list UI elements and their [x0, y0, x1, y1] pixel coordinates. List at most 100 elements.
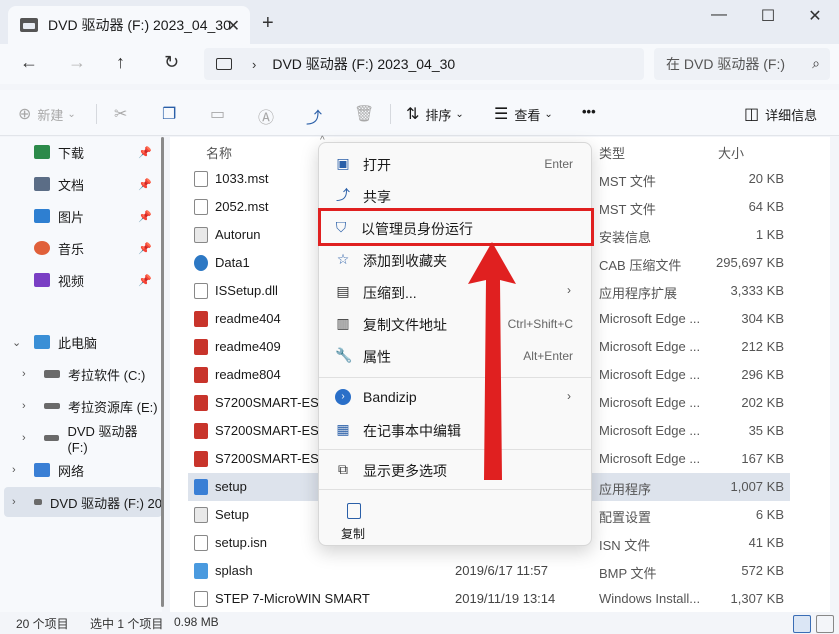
- more-button[interactable]: •••: [582, 104, 596, 119]
- file-type: Microsoft Edge ...: [599, 423, 701, 438]
- file-row[interactable]: STEP 7-MicroWIN SMART 2019/11/19 13:14 Win…: [188, 585, 790, 613]
- file-type: 应用程序: [599, 482, 652, 497]
- menu-item-open[interactable]: ▣ 打开 Enter: [323, 147, 587, 179]
- file-icon: [194, 199, 208, 215]
- menu-item-share[interactable]: ⤴ 共享: [323, 179, 587, 211]
- tab-close-icon[interactable]: ✕: [227, 16, 240, 36]
- column-header-type[interactable]: 类型: [599, 143, 625, 162]
- chevron-down-icon: ⌄: [544, 108, 553, 120]
- address-bar[interactable]: › DVD 驱动器 (F:) 2023_04_30: [204, 48, 644, 80]
- up-button[interactable]: ↑: [116, 52, 125, 73]
- file-name: Autorun: [215, 227, 261, 242]
- menu-label: 打开: [363, 157, 391, 173]
- dvd-drive-icon: [44, 435, 60, 441]
- computer-icon: [34, 335, 50, 349]
- menu-item-properties[interactable]: 🔧 属性 Alt+Enter: [323, 339, 587, 371]
- sort-icon: ⇅: [406, 106, 420, 123]
- selected-size: 0.98 MB: [174, 615, 219, 629]
- copy-icon[interactable]: ❐: [162, 104, 182, 124]
- shield-icon: ⛉: [335, 219, 347, 235]
- menu-copy-button[interactable]: 复制: [335, 497, 375, 541]
- sidebar-item-downloads[interactable]: 下载 📌: [0, 137, 158, 167]
- chevron-right-icon[interactable]: ›: [22, 432, 26, 444]
- sidebar-item-music[interactable]: 音乐 📌: [0, 233, 158, 263]
- chevron-right-icon[interactable]: ›: [12, 464, 16, 476]
- sidebar-item-drive-c[interactable]: › 考拉软件 (C:): [0, 359, 158, 389]
- sidebar-item-network[interactable]: › 网络: [0, 455, 158, 485]
- forward-button[interactable]: →: [68, 52, 86, 73]
- menu-item-run-as-admin[interactable]: ⛉ 以管理员身份运行: [318, 208, 594, 246]
- menu-item-add-favorites[interactable]: ☆ 添加到收藏夹: [323, 243, 587, 275]
- search-input[interactable]: 在 DVD 驱动器 (F:) ⌕: [654, 48, 830, 80]
- maximize-button[interactable]: ☐: [753, 6, 783, 26]
- address-path: DVD 驱动器 (F:) 2023_04_30: [272, 56, 456, 72]
- close-button[interactable]: ✕: [800, 6, 830, 26]
- pdf-icon: [194, 367, 208, 383]
- column-header-name[interactable]: 名称: [206, 143, 232, 162]
- sidebar-item-pictures[interactable]: 图片 📌: [0, 201, 158, 231]
- new-tab-button[interactable]: +: [262, 12, 274, 35]
- sidebar-item-label: 网络: [58, 463, 85, 479]
- new-label: 新建: [37, 107, 64, 123]
- sidebar-item-dvd-selected[interactable]: › DVD 驱动器 (F:) 20: [4, 487, 162, 517]
- menu-label: Bandizip: [363, 389, 417, 405]
- sidebar-item-this-pc[interactable]: ⌄ 此电脑: [0, 327, 158, 357]
- new-button[interactable]: ⊕ 新建 ⌄: [18, 104, 76, 124]
- file-type: BMP 文件: [599, 566, 657, 581]
- copy-path-icon: ▥: [336, 315, 350, 331]
- menu-label: 压缩到...: [363, 285, 417, 301]
- selected-count: 选中 1 个项目: [90, 617, 164, 631]
- tiles-view-button[interactable]: [816, 615, 834, 633]
- sidebar-item-label: 文档: [58, 177, 85, 193]
- cut-icon[interactable]: ✂: [114, 104, 133, 124]
- picture-icon: [34, 209, 50, 223]
- refresh-button[interactable]: ↻: [164, 52, 179, 73]
- rename-icon[interactable]: Ⓐ: [258, 104, 280, 128]
- file-name: Setup: [215, 507, 249, 522]
- paste-icon[interactable]: ▭: [210, 104, 231, 124]
- search-icon[interactable]: ⌕: [812, 55, 820, 72]
- details-view-button[interactable]: [793, 615, 811, 633]
- open-icon: ▣: [336, 155, 350, 171]
- file-type: Windows Install...: [599, 591, 701, 606]
- sidebar-item-drive-f[interactable]: › DVD 驱动器 (F:): [0, 423, 158, 455]
- file-type: Microsoft Edge ...: [599, 451, 701, 466]
- sidebar-item-drive-e[interactable]: › 考拉资源库 (E:): [0, 391, 158, 421]
- toolbar-divider: [96, 104, 97, 124]
- menu-label: 复制: [341, 527, 366, 541]
- menu-item-bandizip[interactable]: › Bandizip ›: [323, 381, 587, 413]
- delete-icon[interactable]: 🗑: [354, 104, 380, 124]
- tab-current[interactable]: DVD 驱动器 (F:) 2023_04_30 ✕: [8, 6, 250, 44]
- menu-label: 添加到收藏夹: [363, 253, 447, 269]
- sidebar-item-videos[interactable]: 视频 📌: [0, 265, 158, 295]
- menu-item-more-options[interactable]: ⧉ 显示更多选项: [323, 453, 587, 485]
- column-header-size[interactable]: 大小: [718, 143, 744, 162]
- menu-item-edit-notepad[interactable]: ▦ 在记事本中编辑: [323, 413, 587, 445]
- back-button[interactable]: ←: [20, 52, 38, 73]
- share-icon[interactable]: ⤴: [306, 104, 328, 128]
- sidebar-scrollbar[interactable]: [160, 137, 166, 607]
- menu-item-compress[interactable]: ▤ 压缩到... ›: [323, 275, 587, 307]
- chevron-right-icon[interactable]: ›: [22, 400, 26, 412]
- file-date: 2019/6/17 11:57: [455, 563, 549, 578]
- toolbar-divider: [390, 104, 391, 124]
- file-name: readme404: [215, 311, 281, 326]
- command-bar: ⊕ 新建 ⌄ ✂ ❐ ▭ Ⓐ ⤴ 🗑 ⇅ 排序 ⌄ ☰ 查看 ⌄ ••• ◫ 详…: [0, 90, 839, 136]
- view-icon: ☰: [494, 106, 509, 123]
- file-name: S7200SMART-ES_: [215, 423, 327, 438]
- item-count: 20 个项目: [16, 617, 69, 631]
- minimize-button[interactable]: —: [704, 6, 734, 24]
- view-button[interactable]: ☰ 查看 ⌄: [494, 104, 553, 124]
- status-bar: 20 个项目 选中 1 个项目 0.98 MB: [0, 612, 839, 634]
- details-button[interactable]: ◫ 详细信息: [744, 104, 817, 124]
- sidebar-item-label: 考拉资源库 (E:): [68, 399, 158, 415]
- chevron-right-icon[interactable]: ›: [22, 368, 26, 380]
- chevron-right-icon[interactable]: ›: [12, 496, 16, 508]
- sidebar-item-documents[interactable]: 文档 📌: [0, 169, 158, 199]
- file-row[interactable]: splash 2019/6/17 11:57 BMP 文件 572 KB: [188, 557, 790, 585]
- menu-item-copy-path[interactable]: ▥ 复制文件地址 Ctrl+Shift+C: [323, 307, 587, 339]
- chevron-down-icon[interactable]: ⌄: [12, 336, 21, 349]
- sort-button[interactable]: ⇅ 排序 ⌄: [406, 104, 464, 124]
- file-name: S7200SMART-ES_: [215, 395, 327, 410]
- file-name: splash: [215, 563, 253, 578]
